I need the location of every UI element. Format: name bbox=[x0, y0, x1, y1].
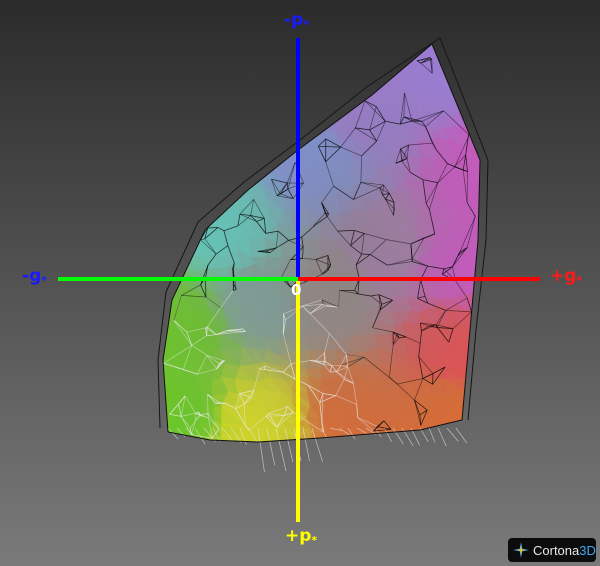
axis-label-letter: g bbox=[564, 266, 577, 286]
origin-label: 0 bbox=[291, 281, 302, 299]
axis-label-letter: p bbox=[291, 10, 304, 30]
axis-label-plus-p: +p* bbox=[285, 526, 318, 547]
brand-name-text: Cortona bbox=[533, 542, 580, 558]
axis-label-sign: - bbox=[284, 10, 292, 30]
brand-suffix-text: 3D bbox=[579, 542, 596, 558]
axis-label-subscript: * bbox=[311, 534, 318, 547]
axis-label-subscript: * bbox=[41, 274, 47, 287]
axis-label-minus-g: -g* bbox=[22, 266, 47, 287]
3d-viewport[interactable]: -p* +p* -g* +g* 0 Cortona3D bbox=[0, 0, 600, 566]
axis-label-sign: - bbox=[22, 266, 30, 286]
mesh-edge bbox=[207, 227, 219, 229]
axis-label-plus-g: +g* bbox=[550, 266, 583, 287]
axis-label-subscript: * bbox=[303, 18, 309, 31]
cortona3d-badge[interactable]: Cortona3D bbox=[508, 538, 596, 562]
cortona-star-icon bbox=[513, 542, 529, 558]
mesh-edge bbox=[431, 59, 433, 74]
axis-label-subscript: * bbox=[576, 274, 583, 287]
mesh-edge bbox=[315, 360, 326, 362]
axis-label-sign: + bbox=[285, 526, 300, 546]
axis-label-letter: p bbox=[299, 526, 312, 546]
axis-label-sign: + bbox=[550, 266, 565, 286]
mesh-edge bbox=[361, 253, 371, 255]
axis-label-letter: g bbox=[29, 266, 42, 286]
brand-name: Cortona3D bbox=[533, 543, 596, 558]
axis-label-minus-p: -p* bbox=[284, 10, 309, 31]
